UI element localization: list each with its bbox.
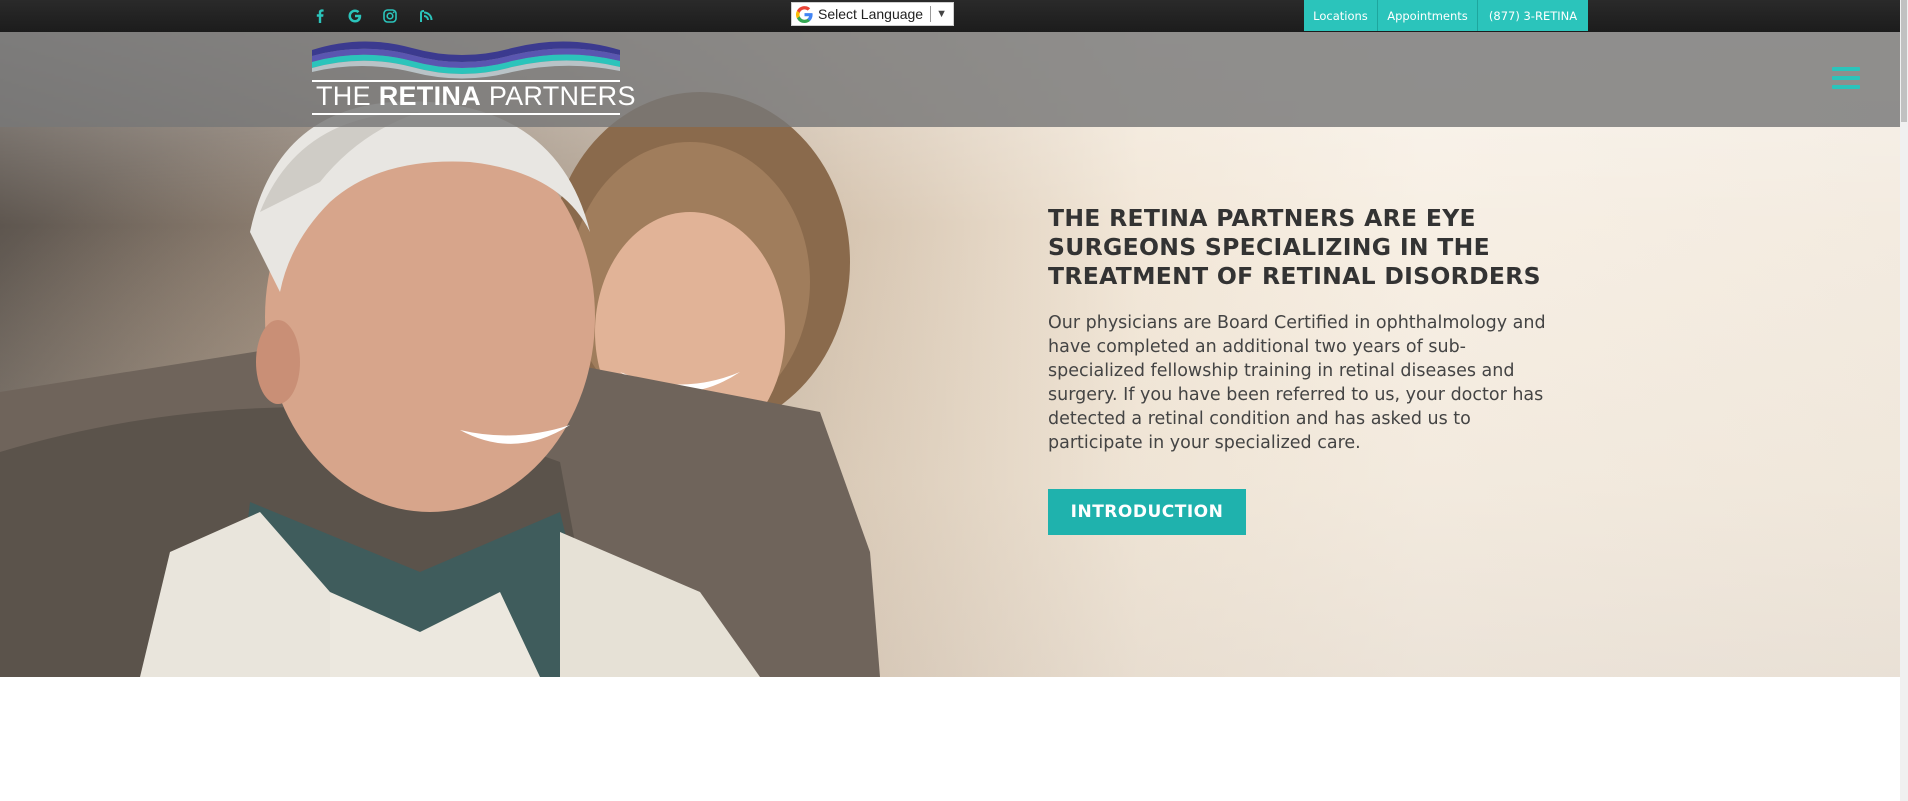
menu-bar (1832, 76, 1860, 80)
divider (930, 6, 932, 22)
logo-underline (312, 113, 620, 115)
google-translate-icon (796, 5, 813, 23)
menu-bar (1832, 67, 1860, 71)
phone-link[interactable]: (877) 3-RETINA (1478, 0, 1588, 31)
scrollbar-thumb[interactable] (1901, 0, 1907, 122)
hero-description: Our physicians are Board Certified in op… (1048, 313, 1546, 453)
social-links (310, 0, 435, 32)
logo-word-the: THE (316, 81, 379, 111)
logo-word-retina: RETINA (378, 81, 482, 111)
logo-word-partners: PARTNERS (481, 81, 636, 111)
instagram-icon[interactable] (380, 6, 400, 26)
logo-wordmark[interactable]: THE RETINA PARTNERS (316, 81, 636, 112)
appointments-link[interactable]: Appointments (1378, 0, 1478, 31)
page-scrollbar[interactable] (1900, 0, 1908, 801)
top-links: Locations Appointments (877) 3-RETINA (1304, 0, 1588, 32)
hero-content: THE RETINA PARTNERS ARE EYE SURGEONS SPE… (1048, 204, 1558, 455)
language-select[interactable]: Select Language ▼ (791, 2, 954, 26)
language-select-label: Select Language (818, 6, 924, 22)
couple-photo (0, 92, 880, 677)
google-icon[interactable] (345, 6, 365, 26)
hero-title: THE RETINA PARTNERS ARE EYE SURGEONS SPE… (1048, 204, 1541, 290)
locations-link[interactable]: Locations (1304, 0, 1378, 31)
review-icon[interactable] (415, 6, 435, 26)
site-header (0, 32, 1900, 127)
facebook-icon[interactable] (310, 6, 330, 26)
menu-icon[interactable] (1832, 67, 1860, 93)
menu-bar (1832, 85, 1860, 89)
hero-banner (0, 32, 1900, 677)
top-bar: Select Language ▼ Locations Appointments… (0, 0, 1908, 32)
introduction-button[interactable]: INTRODUCTION (1048, 489, 1246, 535)
dropdown-arrow-icon: ▼ (936, 8, 947, 20)
